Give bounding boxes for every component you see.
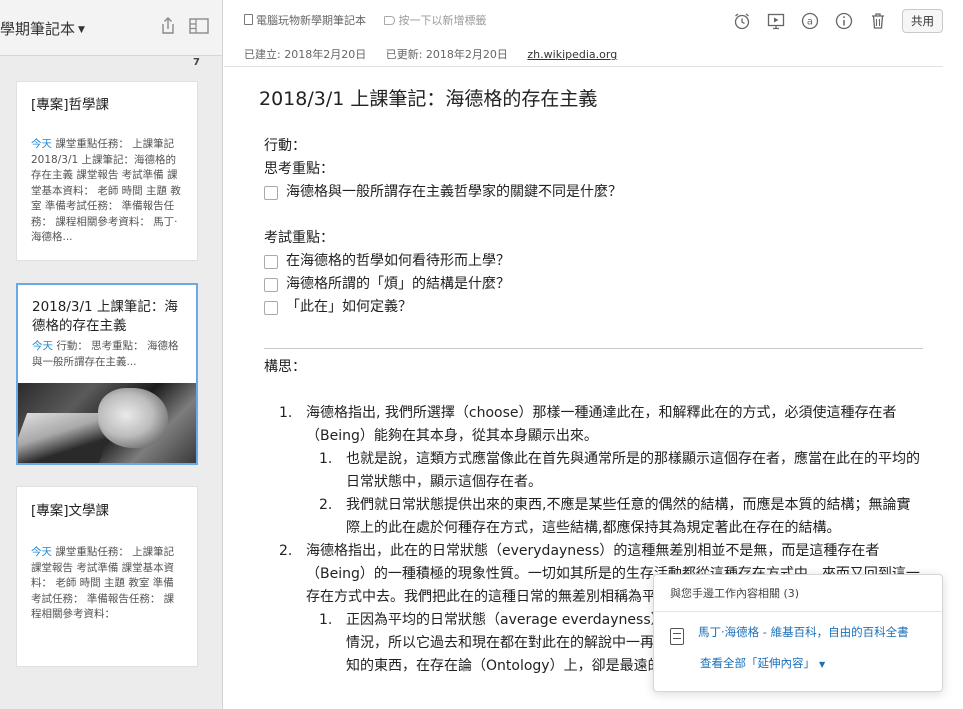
view-all-related-link[interactable]: 查看全部「延伸內容」 ▼ xyxy=(654,645,942,671)
checklist-text: 海德格所謂的「煩」的結構是什麼？ xyxy=(286,276,510,292)
list-number: 2. xyxy=(279,543,293,559)
list-number: 1. xyxy=(319,451,333,467)
note-card-text: 行動： 思考重點： 海德格與一般所謂存在主義... xyxy=(32,340,179,368)
tag-icon xyxy=(383,16,395,25)
checklist-item: 「此在」如何定義？ xyxy=(264,296,924,319)
updated-date: 已更新: 2018年2月20日 xyxy=(385,48,508,61)
note-card-title: [專案]文學課 xyxy=(31,503,110,519)
checklist-text: 「此在」如何定義？ xyxy=(286,299,412,315)
header-divider xyxy=(224,66,943,67)
exam-label: 考試重點： xyxy=(264,230,334,246)
note-list-header: 學期筆記本 ▼ xyxy=(0,0,222,56)
list-item-text: 海德格指出, 我們所選擇（choose）那樣一種通達此在，和解釋此在的方式，必須… xyxy=(306,405,897,444)
checklist-item: 在海德格的哲學如何看待形而上學？ xyxy=(264,250,924,273)
related-item[interactable]: 馬丁·海德格 - 維基百科，自由的百科全書 xyxy=(654,612,942,645)
share-button[interactable]: 共用 xyxy=(902,9,943,33)
add-tag-hint: 按一下以新增標籤 xyxy=(398,14,487,27)
list-item: 1. 也就是說，這類方式應當像此在首先與通常所是的那樣顯示這個存在者，應當在此在… xyxy=(319,448,924,494)
thinking-label: 思考重點： xyxy=(264,161,334,177)
alarm-icon[interactable] xyxy=(732,11,752,31)
notebook-icon xyxy=(244,14,253,25)
note-card-snippet: 今天 課堂重點任務： 上課筆記 課堂報告 考試準備 課堂基本資料： 老師 時間 … xyxy=(17,545,197,623)
note-notebook-link[interactable]: 電腦玩物新學期筆記本 xyxy=(256,14,366,27)
checkbox[interactable] xyxy=(264,185,278,200)
horizontal-rule xyxy=(264,348,923,349)
note-meta-bar: 電腦玩物新學期筆記本 按一下以新增標籤 xyxy=(244,12,487,28)
note-title[interactable]: 2018/3/1 上課筆記：海德格的存在主義 xyxy=(259,84,597,111)
sub-list: 1. 也就是說，這類方式應當像此在首先與通常所是的那樣顯示這個存在者，應當在此在… xyxy=(319,448,924,540)
layout-icon[interactable] xyxy=(188,15,210,37)
related-item-title: 馬丁·海德格 - 維基百科，自由的百科全書 xyxy=(698,625,909,639)
note-list-pane: 學期筆記本 ▼ 7 [專案]哲學課 今天 課堂重點任務： 上課筆記 2018/3/… xyxy=(0,0,223,709)
source-url-link[interactable]: zh.wikipedia.org xyxy=(527,48,617,61)
idea-label: 構思： xyxy=(264,359,306,375)
note-card-snippet: 今天 課堂重點任務： 上課筆記 2018/3/1 上課筆記：海德格的存在主義 課… xyxy=(17,137,197,246)
note-body[interactable]: 行動： 思考重點： 海德格與一般所謂存在主義哲學家的關鍵不同是什麼？ 考試重點：… xyxy=(264,135,924,319)
checklist-text: 在海德格的哲學如何看待形而上學？ xyxy=(286,253,510,269)
list-number: 1. xyxy=(279,405,293,421)
note-card-text: 課堂重點任務： 上課筆記 課堂報告 考試準備 課堂基本資料： 老師 時間 主題 … xyxy=(31,546,175,620)
note-card-date: 今天 xyxy=(31,138,52,150)
note-toolbar: a 共用 xyxy=(732,9,943,33)
note-card-selected[interactable]: 2018/3/1 上課筆記：海德格的存在主義 今天 行動： 思考重點： 海德格與… xyxy=(16,283,198,465)
info-icon[interactable] xyxy=(834,11,854,31)
share-icon[interactable] xyxy=(157,15,179,37)
checklist-text: 海德格與一般所謂存在主義哲學家的關鍵不同是什麼？ xyxy=(286,184,622,200)
checkbox[interactable] xyxy=(264,254,278,269)
note-card-thumbnail xyxy=(18,383,196,463)
at-icon[interactable]: a xyxy=(800,11,820,31)
note-count: 7 xyxy=(193,57,200,68)
note-dates: 已建立: 2018年2月20日 已更新: 2018年2月20日 zh.wikip… xyxy=(244,46,633,62)
svg-text:a: a xyxy=(807,17,813,28)
note-card-date: 今天 xyxy=(32,340,53,352)
note-card-title: [專案]哲學課 xyxy=(31,97,110,113)
trash-icon[interactable] xyxy=(868,11,888,31)
present-icon[interactable] xyxy=(766,11,786,31)
list-item: 1. 海德格指出, 我們所選擇（choose）那樣一種通達此在，和解釋此在的方式… xyxy=(279,402,924,540)
notebook-selector[interactable]: 學期筆記本 ▼ xyxy=(0,18,85,39)
list-item-text: 我們就日常狀態提供出來的東西,不應是某些任意的偶然的結構，而應是本質的結構；無論… xyxy=(346,497,911,536)
related-header: 與您手邊工作內容相關 (3) xyxy=(654,575,942,612)
list-item-text: 也就是說，這類方式應當像此在首先與通常所是的那樣顯示這個存在者，應當在此在的平均… xyxy=(346,451,920,490)
checklist-item: 海德格所謂的「煩」的結構是什麼？ xyxy=(264,273,924,296)
list-number: 1. xyxy=(319,612,333,628)
chevron-down-icon: ▼ xyxy=(819,660,826,669)
note-card[interactable]: [專案]文學課 今天 課堂重點任務： 上課筆記 課堂報告 考試準備 課堂基本資料… xyxy=(16,486,198,667)
note-card-snippet: 今天 行動： 思考重點： 海德格與一般所謂存在主義... xyxy=(18,339,196,370)
checklist-item: 海德格與一般所謂存在主義哲學家的關鍵不同是什麼？ xyxy=(264,181,924,204)
note-card-date: 今天 xyxy=(31,546,52,558)
action-label: 行動： xyxy=(264,138,306,154)
checkbox[interactable] xyxy=(264,300,278,315)
note-card[interactable]: [專案]哲學課 今天 課堂重點任務： 上課筆記 2018/3/1 上課筆記：海德… xyxy=(16,81,198,261)
document-icon xyxy=(670,628,684,645)
created-date: 已建立: 2018年2月20日 xyxy=(244,48,367,61)
view-all-label: 查看全部「延伸內容」 xyxy=(700,656,815,670)
note-card-text: 課堂重點任務： 上課筆記 2018/3/1 上課筆記：海德格的存在主義 課堂報告… xyxy=(31,138,181,243)
checkbox[interactable] xyxy=(264,277,278,292)
add-tag-field[interactable]: 按一下以新增標籤 xyxy=(383,14,487,27)
notebook-title: 學期筆記本 xyxy=(0,20,76,38)
list-item: 2. 我們就日常狀態提供出來的東西,不應是某些任意的偶然的結構，而應是本質的結構… xyxy=(319,494,924,540)
list-number: 2. xyxy=(319,497,333,513)
chevron-down-icon: ▼ xyxy=(78,25,85,35)
note-card-title: 2018/3/1 上課筆記：海德格的存在主義 xyxy=(32,299,178,334)
related-content-popup: 與您手邊工作內容相關 (3) 馬丁·海德格 - 維基百科，自由的百科全書 查看全… xyxy=(653,574,943,692)
